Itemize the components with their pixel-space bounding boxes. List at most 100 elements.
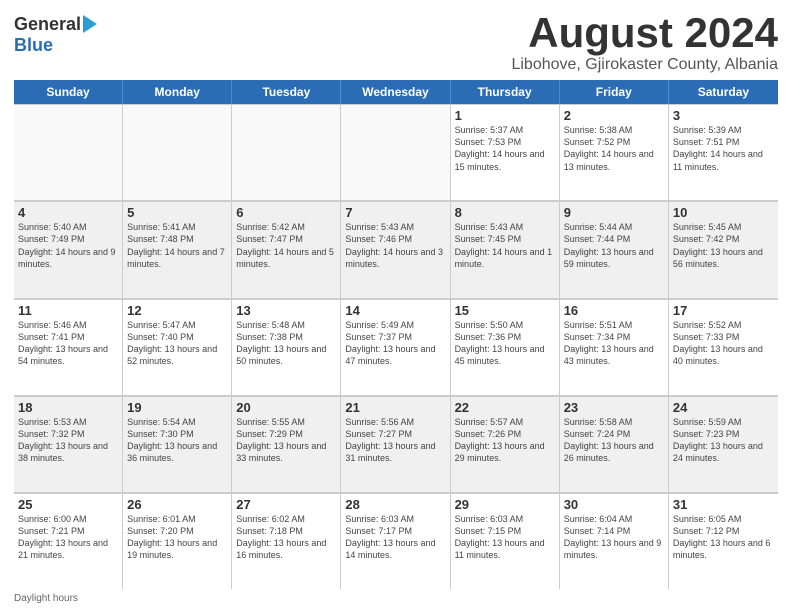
calendar-week-2: 4Sunrise: 5:40 AMSunset: 7:49 PMDaylight… (14, 201, 778, 298)
logo-arrow-icon (83, 15, 97, 33)
header-day-monday: Monday (123, 80, 232, 104)
day-number: 6 (236, 205, 336, 220)
calendar-cell: 21Sunrise: 5:56 AMSunset: 7:27 PMDayligh… (341, 396, 450, 492)
calendar-cell: 6Sunrise: 5:42 AMSunset: 7:47 PMDaylight… (232, 201, 341, 297)
calendar-cell: 5Sunrise: 5:41 AMSunset: 7:48 PMDaylight… (123, 201, 232, 297)
calendar-week-4: 18Sunrise: 5:53 AMSunset: 7:32 PMDayligh… (14, 396, 778, 493)
day-info: Sunrise: 5:52 AMSunset: 7:33 PMDaylight:… (673, 319, 774, 368)
day-number: 11 (18, 303, 118, 318)
calendar-cell: 30Sunrise: 6:04 AMSunset: 7:14 PMDayligh… (560, 493, 669, 589)
day-info: Sunrise: 5:43 AMSunset: 7:45 PMDaylight:… (455, 221, 555, 270)
day-number: 29 (455, 497, 555, 512)
day-number: 17 (673, 303, 774, 318)
day-number: 31 (673, 497, 774, 512)
day-info: Sunrise: 5:39 AMSunset: 7:51 PMDaylight:… (673, 124, 774, 173)
day-info: Sunrise: 5:48 AMSunset: 7:38 PMDaylight:… (236, 319, 336, 368)
day-number: 7 (345, 205, 445, 220)
day-info: Sunrise: 5:51 AMSunset: 7:34 PMDaylight:… (564, 319, 664, 368)
header-day-saturday: Saturday (669, 80, 778, 104)
day-number: 27 (236, 497, 336, 512)
day-number: 9 (564, 205, 664, 220)
calendar-cell (14, 104, 123, 200)
day-info: Sunrise: 5:47 AMSunset: 7:40 PMDaylight:… (127, 319, 227, 368)
day-info: Sunrise: 6:03 AMSunset: 7:17 PMDaylight:… (345, 513, 445, 562)
calendar-cell: 14Sunrise: 5:49 AMSunset: 7:37 PMDayligh… (341, 299, 450, 395)
day-number: 18 (18, 400, 118, 415)
month-title: August 2024 (511, 10, 778, 56)
calendar-cell: 17Sunrise: 5:52 AMSunset: 7:33 PMDayligh… (669, 299, 778, 395)
location-subtitle: Libohove, Gjirokaster County, Albania (511, 56, 778, 74)
calendar-header: SundayMondayTuesdayWednesdayThursdayFrid… (14, 80, 778, 104)
calendar: SundayMondayTuesdayWednesdayThursdayFrid… (14, 80, 778, 589)
calendar-cell: 20Sunrise: 5:55 AMSunset: 7:29 PMDayligh… (232, 396, 341, 492)
day-info: Sunrise: 5:38 AMSunset: 7:52 PMDaylight:… (564, 124, 664, 173)
day-number: 30 (564, 497, 664, 512)
day-number: 14 (345, 303, 445, 318)
calendar-cell: 12Sunrise: 5:47 AMSunset: 7:40 PMDayligh… (123, 299, 232, 395)
calendar-cell: 25Sunrise: 6:00 AMSunset: 7:21 PMDayligh… (14, 493, 123, 589)
header: General Blue August 2024 Libohove, Gjiro… (14, 10, 778, 74)
day-number: 24 (673, 400, 774, 415)
header-day-tuesday: Tuesday (232, 80, 341, 104)
calendar-cell: 7Sunrise: 5:43 AMSunset: 7:46 PMDaylight… (341, 201, 450, 297)
day-number: 25 (18, 497, 118, 512)
day-number: 2 (564, 108, 664, 123)
day-info: Sunrise: 5:40 AMSunset: 7:49 PMDaylight:… (18, 221, 118, 270)
calendar-cell: 1Sunrise: 5:37 AMSunset: 7:53 PMDaylight… (451, 104, 560, 200)
day-info: Sunrise: 6:05 AMSunset: 7:12 PMDaylight:… (673, 513, 774, 562)
day-number: 10 (673, 205, 774, 220)
calendar-cell: 16Sunrise: 5:51 AMSunset: 7:34 PMDayligh… (560, 299, 669, 395)
calendar-cell: 3Sunrise: 5:39 AMSunset: 7:51 PMDaylight… (669, 104, 778, 200)
day-number: 12 (127, 303, 227, 318)
day-info: Sunrise: 5:58 AMSunset: 7:24 PMDaylight:… (564, 416, 664, 465)
day-info: Sunrise: 6:01 AMSunset: 7:20 PMDaylight:… (127, 513, 227, 562)
day-info: Sunrise: 5:50 AMSunset: 7:36 PMDaylight:… (455, 319, 555, 368)
day-info: Sunrise: 5:56 AMSunset: 7:27 PMDaylight:… (345, 416, 445, 465)
day-number: 28 (345, 497, 445, 512)
calendar-cell: 8Sunrise: 5:43 AMSunset: 7:45 PMDaylight… (451, 201, 560, 297)
calendar-cell (232, 104, 341, 200)
calendar-week-3: 11Sunrise: 5:46 AMSunset: 7:41 PMDayligh… (14, 299, 778, 396)
calendar-cell: 24Sunrise: 5:59 AMSunset: 7:23 PMDayligh… (669, 396, 778, 492)
day-number: 4 (18, 205, 118, 220)
day-number: 22 (455, 400, 555, 415)
calendar-cell: 4Sunrise: 5:40 AMSunset: 7:49 PMDaylight… (14, 201, 123, 297)
calendar-cell: 22Sunrise: 5:57 AMSunset: 7:26 PMDayligh… (451, 396, 560, 492)
calendar-week-1: 1Sunrise: 5:37 AMSunset: 7:53 PMDaylight… (14, 104, 778, 201)
day-info: Sunrise: 6:02 AMSunset: 7:18 PMDaylight:… (236, 513, 336, 562)
calendar-cell: 15Sunrise: 5:50 AMSunset: 7:36 PMDayligh… (451, 299, 560, 395)
day-info: Sunrise: 5:42 AMSunset: 7:47 PMDaylight:… (236, 221, 336, 270)
header-day-thursday: Thursday (451, 80, 560, 104)
day-number: 26 (127, 497, 227, 512)
day-info: Sunrise: 5:37 AMSunset: 7:53 PMDaylight:… (455, 124, 555, 173)
calendar-cell: 31Sunrise: 6:05 AMSunset: 7:12 PMDayligh… (669, 493, 778, 589)
title-block: August 2024 Libohove, Gjirokaster County… (511, 10, 778, 74)
day-info: Sunrise: 5:53 AMSunset: 7:32 PMDaylight:… (18, 416, 118, 465)
logo-general: General (14, 14, 81, 35)
day-number: 1 (455, 108, 555, 123)
header-day-wednesday: Wednesday (341, 80, 450, 104)
daylight-hours-label: Daylight hours (14, 593, 78, 604)
header-day-sunday: Sunday (14, 80, 123, 104)
day-info: Sunrise: 5:41 AMSunset: 7:48 PMDaylight:… (127, 221, 227, 270)
calendar-cell: 23Sunrise: 5:58 AMSunset: 7:24 PMDayligh… (560, 396, 669, 492)
day-info: Sunrise: 5:54 AMSunset: 7:30 PMDaylight:… (127, 416, 227, 465)
calendar-cell: 27Sunrise: 6:02 AMSunset: 7:18 PMDayligh… (232, 493, 341, 589)
day-info: Sunrise: 5:59 AMSunset: 7:23 PMDaylight:… (673, 416, 774, 465)
day-info: Sunrise: 5:43 AMSunset: 7:46 PMDaylight:… (345, 221, 445, 270)
calendar-cell: 11Sunrise: 5:46 AMSunset: 7:41 PMDayligh… (14, 299, 123, 395)
day-info: Sunrise: 5:49 AMSunset: 7:37 PMDaylight:… (345, 319, 445, 368)
day-info: Sunrise: 6:03 AMSunset: 7:15 PMDaylight:… (455, 513, 555, 562)
day-number: 16 (564, 303, 664, 318)
calendar-cell (341, 104, 450, 200)
calendar-cell: 29Sunrise: 6:03 AMSunset: 7:15 PMDayligh… (451, 493, 560, 589)
day-number: 19 (127, 400, 227, 415)
calendar-cell: 13Sunrise: 5:48 AMSunset: 7:38 PMDayligh… (232, 299, 341, 395)
day-number: 5 (127, 205, 227, 220)
day-number: 21 (345, 400, 445, 415)
calendar-cell: 28Sunrise: 6:03 AMSunset: 7:17 PMDayligh… (341, 493, 450, 589)
calendar-cell: 26Sunrise: 6:01 AMSunset: 7:20 PMDayligh… (123, 493, 232, 589)
calendar-cell: 2Sunrise: 5:38 AMSunset: 7:52 PMDaylight… (560, 104, 669, 200)
logo: General Blue (14, 14, 97, 56)
day-info: Sunrise: 6:04 AMSunset: 7:14 PMDaylight:… (564, 513, 664, 562)
